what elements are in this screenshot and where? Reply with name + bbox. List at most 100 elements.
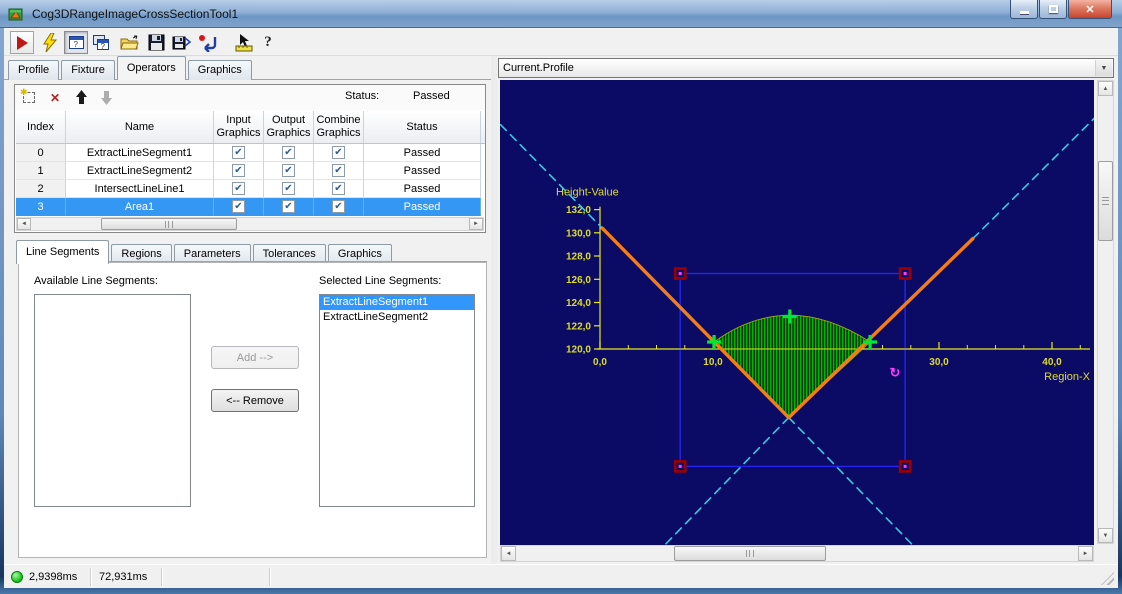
column-header[interactable]: Output Graphics: [264, 111, 314, 143]
status-label: Status:: [345, 90, 379, 102]
operators-toolbar: ✱ ✕ Status: Passed: [15, 85, 485, 110]
graphics-checkbox[interactable]: ✔: [232, 164, 245, 177]
selected-listbox[interactable]: ExtractLineSegment1ExtractLineSegment2: [319, 294, 475, 507]
graphics-checkbox[interactable]: ✔: [282, 164, 295, 177]
pointer-tool-button[interactable]: [232, 31, 256, 54]
move-up-button[interactable]: [72, 89, 90, 106]
caption-buttons: ✕: [1009, 0, 1112, 19]
graphics-checkbox[interactable]: ✔: [332, 164, 345, 177]
operator-row-Area1[interactable]: 3Area1✔✔✔Passed: [16, 198, 485, 216]
x-tick-label: 40,0: [1042, 357, 1062, 368]
save-as-button[interactable]: [170, 31, 194, 54]
y-tick-label: 126,0: [566, 275, 591, 286]
table-cell: 3: [16, 198, 66, 216]
profile-display[interactable]: 0,010,020,030,040,0120,0122,0124,0126,01…: [500, 80, 1094, 545]
delete-operator-button[interactable]: ✕: [46, 89, 64, 106]
copy-record-button[interactable]: ?: [89, 31, 113, 54]
record-selector[interactable]: Current.Profile ▼: [498, 58, 1114, 78]
table-cell: ExtractLineSegment2: [66, 162, 214, 180]
tab-profile[interactable]: Profile: [8, 60, 59, 80]
scroll-right-arrow[interactable]: ►: [469, 218, 483, 230]
reset-button[interactable]: [196, 31, 220, 54]
scroll-thumb[interactable]: [1098, 161, 1113, 241]
close-icon: ✕: [1085, 3, 1094, 16]
graphics-checkbox[interactable]: ✔: [232, 182, 245, 195]
scroll-left-arrow[interactable]: ◄: [17, 218, 31, 230]
y-tick-label: 132,0: [566, 205, 591, 216]
subtab-line-segments[interactable]: Line Segments: [16, 240, 109, 264]
column-header[interactable]: Index: [16, 111, 66, 143]
help-button[interactable]: ?: [256, 31, 280, 54]
add-button[interactable]: Add -->: [211, 346, 299, 369]
operators-table: IndexNameInput GraphicsOutput GraphicsCo…: [16, 111, 485, 216]
scroll-thumb[interactable]: [101, 218, 237, 230]
table-cell: Passed: [364, 144, 481, 162]
checkbox-cell: ✔: [264, 162, 314, 180]
rotation-handle[interactable]: ↻: [889, 365, 900, 380]
tab-fixture[interactable]: Fixture: [61, 60, 115, 80]
column-header[interactable]: Input Graphics: [214, 111, 264, 143]
show-record-button[interactable]: ?: [64, 31, 88, 54]
operator-row-IntersectLineLine1[interactable]: 2IntersectLineLine1✔✔✔Passed: [16, 180, 485, 198]
resize-grip[interactable]: [1101, 572, 1114, 585]
remove-button[interactable]: <-- Remove: [211, 389, 299, 412]
graphics-checkbox[interactable]: ✔: [282, 182, 295, 195]
tab-graphics[interactable]: Graphics: [188, 60, 252, 80]
checkbox-cell: ✔: [264, 180, 314, 198]
graphics-checkbox[interactable]: ✔: [282, 200, 295, 213]
graphics-checkbox[interactable]: ✔: [332, 182, 345, 195]
table-cell: 1: [16, 162, 66, 180]
checkbox-cell: ✔: [264, 144, 314, 162]
table-cell: Passed: [364, 198, 481, 216]
record-selector-value: Current.Profile: [503, 62, 574, 74]
lightning-icon: [42, 33, 58, 53]
minimize-button[interactable]: [1010, 0, 1038, 19]
save-file-button[interactable]: [144, 31, 168, 54]
main-toolbar: ? ?: [4, 28, 1118, 56]
graphics-checkbox[interactable]: ✔: [282, 146, 295, 159]
scroll-down-arrow[interactable]: ▼: [1098, 528, 1113, 543]
add-operator-button[interactable]: ✱: [20, 89, 38, 106]
operator-row-ExtractLineSegment1[interactable]: 0ExtractLineSegment1✔✔✔Passed: [16, 144, 485, 162]
display-hscrollbar[interactable]: ◄ ►: [500, 545, 1094, 562]
checkbox-cell: ✔: [214, 198, 264, 216]
live-run-button[interactable]: [38, 31, 62, 54]
scroll-thumb[interactable]: [674, 546, 826, 561]
tab-operators[interactable]: Operators: [117, 56, 186, 80]
profile-chart[interactable]: 0,010,020,030,040,0120,0122,0124,0126,01…: [500, 80, 1094, 545]
maximize-button[interactable]: [1039, 0, 1067, 19]
graphics-checkbox[interactable]: ✔: [332, 146, 345, 159]
floppy-icon: [148, 34, 165, 51]
move-down-button[interactable]: [97, 89, 115, 106]
x-tick-label: 30,0: [929, 357, 949, 368]
checkbox-cell: ✔: [314, 144, 364, 162]
checkbox-cell: ✔: [314, 162, 364, 180]
graphics-checkbox[interactable]: ✔: [232, 200, 245, 213]
column-header[interactable]: Name: [66, 111, 214, 143]
tool-edit-pane: ProfileFixtureOperatorsGraphics ✱ ✕ Stat…: [4, 56, 491, 564]
open-file-button[interactable]: [118, 31, 142, 54]
column-header[interactable]: Combine Graphics: [314, 111, 364, 143]
list-item-ExtractLineSegment1[interactable]: ExtractLineSegment1: [320, 295, 474, 310]
pointer-ruler-icon: [234, 33, 254, 52]
checkbox-cell: ✔: [214, 180, 264, 198]
graphics-checkbox[interactable]: ✔: [332, 200, 345, 213]
list-item-ExtractLineSegment2[interactable]: ExtractLineSegment2: [320, 310, 474, 325]
graphics-checkbox[interactable]: ✔: [232, 146, 245, 159]
available-listbox[interactable]: [34, 294, 191, 507]
table-hscrollbar[interactable]: ◄ ►: [16, 217, 484, 231]
y-axis-label: Height-Value: [556, 187, 619, 199]
display-vscrollbar[interactable]: ▲ ▼: [1097, 80, 1114, 544]
minimize-icon: [1020, 11, 1029, 14]
scroll-left-arrow[interactable]: ◄: [501, 546, 516, 561]
run-button[interactable]: [10, 31, 34, 54]
x-tick-label: 10,0: [703, 357, 723, 368]
scroll-up-arrow[interactable]: ▲: [1098, 81, 1113, 96]
title-bar[interactable]: Cog3DRangeImageCrossSectionTool1 ✕: [0, 0, 1122, 28]
operator-row-ExtractLineSegment2[interactable]: 1ExtractLineSegment2✔✔✔Passed: [16, 162, 485, 180]
close-button[interactable]: ✕: [1068, 0, 1112, 19]
status-value: Passed: [413, 90, 450, 102]
column-header[interactable]: Status: [364, 111, 481, 143]
display-pane: Current.Profile ▼ 0,010,020,030,040,0120…: [497, 56, 1118, 564]
scroll-right-arrow[interactable]: ►: [1078, 546, 1093, 561]
